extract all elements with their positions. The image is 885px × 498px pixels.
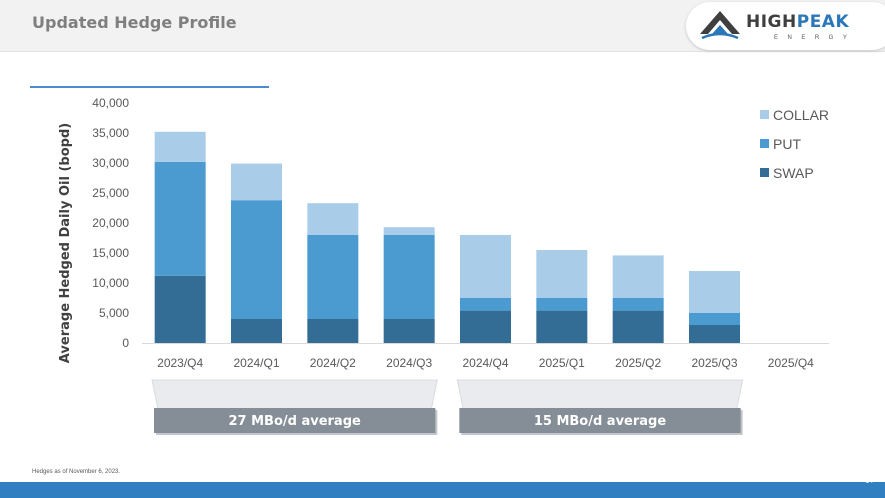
bar-collar-2024-q4 [460, 235, 511, 298]
bar-collar-2024-q1 [231, 163, 282, 201]
bar-put-2024-q4 [460, 298, 511, 311]
bar-collar-2025-q2 [612, 255, 664, 298]
y-axis-title: Average Hedged Daily Oil (bopd) [58, 123, 73, 363]
x-tick-label: 2025/Q4 [768, 356, 814, 370]
y-tick-label: 15,000 [92, 246, 129, 260]
y-tick-label: 30,000 [92, 156, 129, 170]
bar-collar-2025-q1 [536, 250, 588, 298]
bar-collar-2025-q3 [689, 271, 740, 313]
x-tick-label: 2024/Q2 [310, 356, 356, 370]
legend-label-collar: COLLAR [773, 107, 829, 123]
bar-put-2024-q3 [383, 235, 435, 319]
legend-swatch-put [760, 139, 769, 148]
bar-swap-2025-q3 [689, 325, 740, 343]
y-tick-label: 40,000 [92, 96, 129, 110]
bar-put-2025-q2 [612, 298, 664, 311]
hedge-profile-chart: 0 5,000 10,000 15,000 20,000 25,000 30,000 35,0… [58, 96, 829, 435]
bar-swap-2024-q2 [307, 319, 359, 343]
y-tick-label: 20,000 [92, 216, 129, 230]
x-tick-label: 2025/Q3 [691, 356, 737, 370]
bar-put-2025-q1 [536, 298, 588, 311]
bar-swap-2025-q2 [612, 310, 664, 343]
x-tick-label: 2024/Q4 [462, 356, 508, 370]
y-tick-label: 0 [122, 336, 129, 350]
legend-label-put: PUT [773, 136, 801, 152]
bar-swap-2024-q3 [383, 319, 435, 343]
bar-collar-2023-q4 [154, 131, 206, 162]
bar-swap-2024-q1 [231, 319, 282, 343]
average-label: 27 MBo/d average [228, 414, 361, 429]
x-tick-label: 2025/Q2 [615, 356, 661, 370]
x-tick-label: 2023/Q4 [157, 356, 203, 370]
average-label: 15 MBo/d average [534, 414, 667, 429]
legend-label-swap: SWAP [773, 165, 814, 181]
bar-put-2024-q2 [307, 235, 359, 319]
bar-swap-2025-q1 [536, 310, 588, 343]
x-tick-label: 2024/Q1 [233, 356, 279, 370]
x-tick-label: 2025/Q1 [539, 356, 585, 370]
bar-swap-2024-q4 [460, 310, 511, 343]
y-tick-label: 5,000 [99, 306, 129, 320]
bar-put-2025-q3 [689, 313, 740, 325]
y-tick-label: 25,000 [92, 186, 129, 200]
average-band [456, 379, 744, 410]
y-tick-label: 10,000 [92, 276, 129, 290]
footer-bar [0, 482, 885, 498]
page-number: 14 [865, 478, 873, 485]
legend-swatch-swap [760, 168, 769, 177]
bar-put-2023-q4 [154, 161, 206, 276]
bar-collar-2024-q3 [383, 227, 435, 235]
average-band [151, 379, 438, 410]
y-tick-label: 35,000 [92, 126, 129, 140]
bar-collar-2024-q2 [307, 203, 359, 235]
bar-swap-2023-q4 [154, 275, 206, 343]
legend-swatch-collar [760, 110, 769, 119]
bar-put-2024-q1 [231, 200, 282, 319]
hedges-footnote: Hedges as of November 6, 2023. [32, 469, 121, 475]
x-tick-label: 2024/Q3 [386, 356, 432, 370]
